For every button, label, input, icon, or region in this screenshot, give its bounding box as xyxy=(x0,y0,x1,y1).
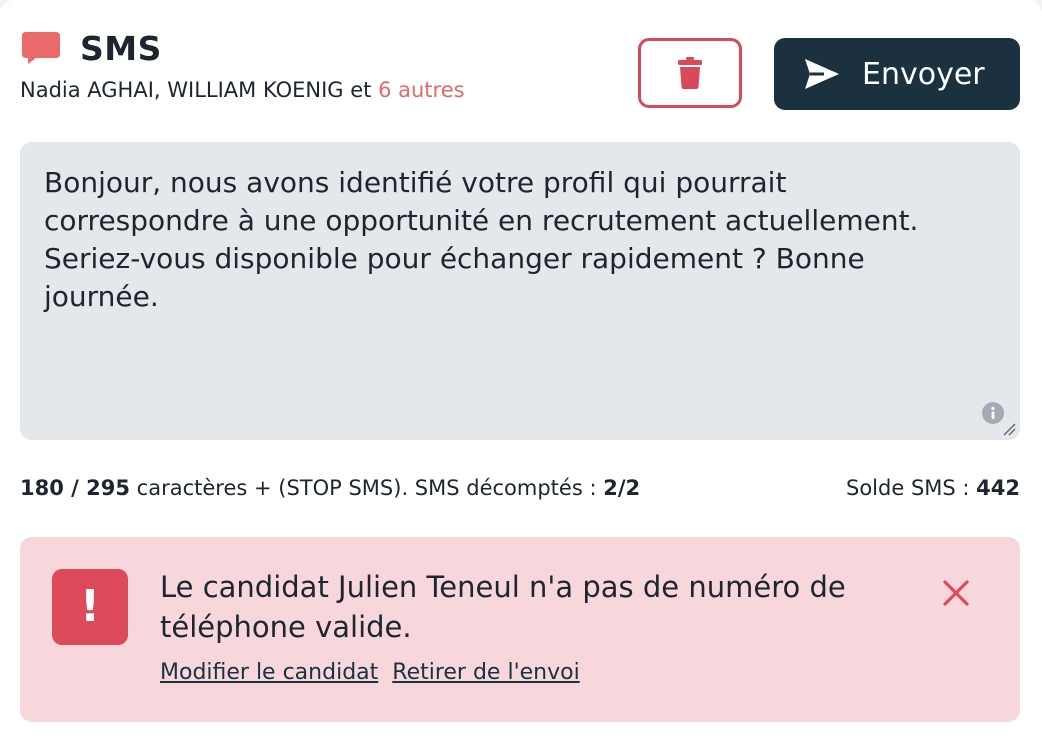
header: SMS Nadia AGHAI, WILLIAM KOENIG et 6 aut… xyxy=(20,28,1020,112)
page-title: SMS xyxy=(80,28,162,68)
info-icon[interactable] xyxy=(982,402,1004,424)
send-button[interactable]: Envoyer xyxy=(774,38,1020,110)
resize-handle[interactable] xyxy=(1002,422,1016,436)
paper-plane-icon xyxy=(805,59,839,89)
edit-candidate-link[interactable]: Modifier le candidat xyxy=(160,660,378,685)
send-button-label: Envoyer xyxy=(862,56,985,92)
chars-separator: / xyxy=(63,476,87,500)
sms-balance: Solde SMS : 442 xyxy=(846,476,1020,500)
chars-max: 295 xyxy=(86,476,130,500)
trash-icon xyxy=(678,57,702,89)
alert-badge-text: ! xyxy=(79,581,101,632)
close-icon[interactable] xyxy=(940,577,972,609)
message-text[interactable]: Bonjour, nous avons identifié votre prof… xyxy=(44,164,974,316)
alert-actions: Modifier le candidat Retirer de l'envoi xyxy=(160,660,594,685)
sms-balance-value: 442 xyxy=(976,476,1020,500)
error-alert: ! Le candidat Julien Teneul n'a pas de n… xyxy=(20,537,1020,722)
recipients-names: Nadia AGHAI, WILLIAM KOENIG et xyxy=(20,78,379,102)
sms-count: 2/2 xyxy=(603,476,641,500)
recipients-more-link[interactable]: 6 autres xyxy=(378,78,464,102)
sms-balance-label: Solde SMS : xyxy=(846,476,977,500)
title-row: SMS xyxy=(20,28,162,68)
remove-from-send-link[interactable]: Retirer de l'envoi xyxy=(392,660,579,685)
recipients-line: Nadia AGHAI, WILLIAM KOENIG et 6 autres xyxy=(20,78,465,102)
character-counter: 180 / 295 caractères + (STOP SMS). SMS d… xyxy=(20,476,640,500)
chat-bubble-icon xyxy=(22,32,60,64)
chars-used: 180 xyxy=(20,476,64,500)
message-textarea[interactable]: Bonjour, nous avons identifié votre prof… xyxy=(20,142,1020,440)
sms-compose-panel: SMS Nadia AGHAI, WILLIAM KOENIG et 6 aut… xyxy=(0,0,1042,748)
alert-message: Le candidat Julien Teneul n'a pas de num… xyxy=(160,570,846,644)
chars-description: caractères + (STOP SMS). SMS décomptés : xyxy=(129,476,604,500)
delete-button[interactable] xyxy=(638,38,742,108)
exclamation-icon: ! xyxy=(52,569,128,645)
counter-row: 180 / 295 caractères + (STOP SMS). SMS d… xyxy=(20,476,1020,506)
